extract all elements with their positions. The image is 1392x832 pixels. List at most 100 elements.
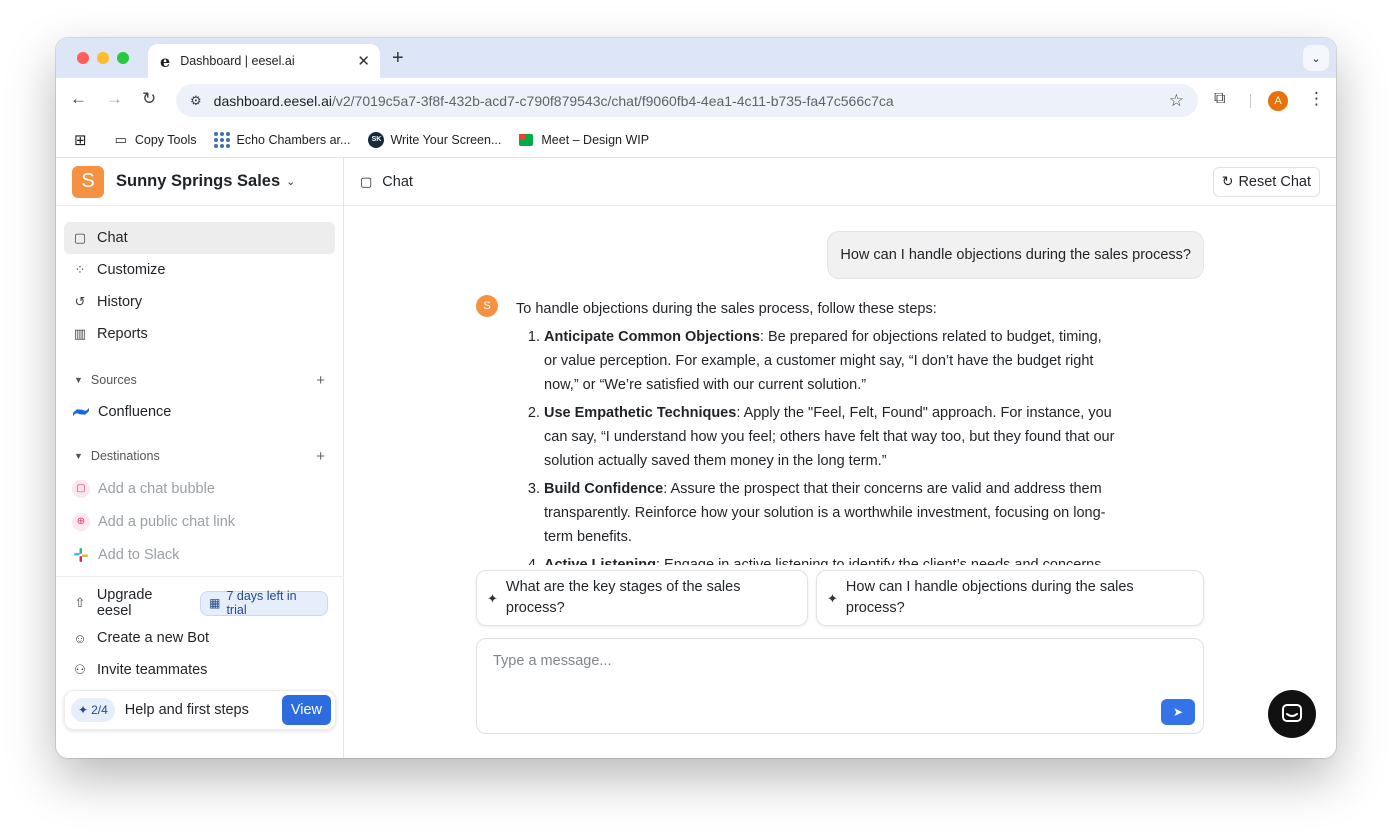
send-arrow-icon: ➤ (1172, 705, 1184, 719)
reload-icon[interactable]: ↻ (142, 89, 156, 109)
history-icon: ↺ (74, 294, 86, 309)
bookmark-echo-chambers[interactable]: Echo Chambers ar... (214, 131, 350, 148)
sparkle-icon: ✦ (78, 703, 89, 717)
folder-icon: ▭ (114, 131, 127, 147)
globe-icon: ⊕ (72, 512, 90, 531)
sparkle-icon: ✦ (827, 590, 838, 606)
toolbar-divider (1250, 94, 1251, 108)
tab-search-chevron-icon[interactable]: ⌄ (1303, 45, 1329, 71)
calendar-icon: ▦ (209, 596, 221, 610)
suggestion-chip[interactable]: ✦ What are the key stages of the sales p… (476, 570, 808, 626)
bot-avatar: S (476, 295, 498, 317)
chat-bubble-icon: ▢ (72, 479, 90, 498)
sidebar-item-chat[interactable]: ▢ Chat (64, 222, 335, 254)
bookmark-star-icon[interactable]: ☆ (1169, 91, 1184, 111)
chevron-down-icon: ▼ (74, 375, 83, 385)
suggested-questions: ✦ What are the key stages of the sales p… (476, 570, 1204, 626)
primary-nav: ▢ Chat ⁘ Customize ↺ History ▥ Reports (56, 206, 343, 350)
destinations-section-header[interactable]: ▼ Destinations + (56, 446, 343, 466)
app-root: S Sunny Springs Sales ⌄ ▢ Chat ⁘ Customi… (56, 158, 1336, 758)
chat-main: ▢ Chat ↻ Reset Chat How can I handle obj… (344, 158, 1336, 758)
confluence-icon (73, 408, 89, 416)
chat-header: ▢ Chat ↻ Reset Chat (344, 158, 1336, 206)
sidebar: S Sunny Springs Sales ⌄ ▢ Chat ⁘ Customi… (56, 158, 344, 758)
chat-transcript[interactable]: How can I handle objections during the s… (344, 207, 1336, 565)
window-controls (77, 52, 129, 64)
trial-badge[interactable]: ▦ 7 days left in trial (200, 589, 329, 617)
url-text[interactable]: dashboard.eesel.ai/v2/7019c5a7-3f8f-432b… (214, 93, 1169, 109)
apps-grid-icon[interactable]: ⊞ (74, 131, 87, 149)
workspace-name: Sunny Springs Sales (116, 172, 281, 190)
browser-toolbar: ← → ↻ ⚙ dashboard.eesel.ai/v2/7019c5a7-3… (56, 78, 1336, 122)
destination-add-public-link[interactable]: ⊕ Add a public chat link (56, 505, 343, 538)
site-settings-icon[interactable]: ⚙ (190, 93, 202, 109)
upgrade-eesel-item[interactable]: ⇧ Upgrade eesel ▦ 7 days left in trial (64, 587, 336, 619)
message-input[interactable] (493, 653, 1133, 669)
google-meet-icon (519, 133, 534, 146)
send-button[interactable]: ➤ (1161, 699, 1195, 725)
workspace-logo: S (72, 165, 104, 198)
add-user-icon: ⚇ (74, 662, 86, 677)
reset-icon: ↻ (1221, 173, 1234, 189)
list-item: Anticipate Common Objections: Be prepare… (544, 325, 1116, 397)
forward-arrow-icon[interactable]: → (106, 89, 123, 109)
intercom-launcher[interactable] (1268, 690, 1316, 738)
browser-menu-icon[interactable]: ⋮ (1308, 89, 1325, 109)
profile-avatar[interactable]: A (1268, 91, 1288, 111)
help-label: Help and first steps (124, 702, 249, 718)
minimize-window-button[interactable] (97, 52, 109, 64)
workspace-switcher[interactable]: S Sunny Springs Sales ⌄ (56, 158, 343, 206)
steps-list: Anticipate Common Objections: Be prepare… (516, 325, 1116, 565)
add-source-plus-icon[interactable]: + (316, 372, 325, 389)
bookmark-write-screen[interactable]: SK Write Your Screen... (368, 131, 501, 148)
destination-add-chat-bubble[interactable]: ▢ Add a chat bubble (56, 472, 343, 505)
message-composer: ➤ (476, 638, 1204, 734)
sidebar-item-history[interactable]: ↺ History (64, 286, 335, 318)
source-item-confluence[interactable]: Confluence (56, 396, 343, 428)
bookmark-meet-design[interactable]: Meet – Design WIP (519, 133, 649, 147)
reset-chat-button[interactable]: ↻ Reset Chat (1212, 166, 1320, 197)
browser-tab[interactable]: e Dashboard | eesel.ai ✕ (148, 44, 380, 78)
help-first-steps-card[interactable]: ✦ 2/4 Help and first steps View (64, 690, 336, 730)
reports-icon: ▥ (73, 326, 87, 341)
bookmarks-bar: ⊞ ▭ Copy Tools Echo Chambers ar... SK Wr… (56, 122, 1336, 158)
address-bar[interactable]: ⚙ dashboard.eesel.ai/v2/7019c5a7-3f8f-43… (176, 84, 1198, 117)
suggestion-chip[interactable]: ✦ How can I handle objections during the… (816, 570, 1204, 626)
chevron-down-icon: ▼ (74, 451, 83, 461)
list-item: Active Listening: Engage in active liste… (544, 553, 1116, 565)
new-tab-icon[interactable]: + (392, 47, 404, 70)
close-window-button[interactable] (77, 52, 89, 64)
eesel-favicon-icon: e (160, 51, 171, 71)
chat-bubble-icon: ▢ (73, 230, 87, 245)
bot-message: To handle objections during the sales pr… (516, 297, 1116, 565)
page-title: Chat (382, 173, 413, 190)
tab-title: Dashboard | eesel.ai (180, 54, 295, 68)
invite-teammates-item[interactable]: ⚇ Invite teammates (64, 654, 336, 686)
sk-logo-icon: SK (368, 131, 385, 148)
sidebar-footer: ⇧ Upgrade eesel ▦ 7 days left in trial ☺… (56, 576, 344, 730)
help-progress-badge: ✦ 2/4 (71, 698, 115, 722)
upgrade-arrow-icon: ⇧ (74, 595, 86, 610)
bookmark-copy-tools[interactable]: ▭ Copy Tools (115, 132, 197, 148)
extensions-icon[interactable]: ⧉ (1214, 90, 1225, 108)
bot-intro: To handle objections during the sales pr… (516, 301, 937, 317)
sidebar-item-reports[interactable]: ▥ Reports (64, 318, 335, 350)
sparkle-icon: ✦ (487, 590, 498, 606)
back-arrow-icon[interactable]: ← (70, 89, 87, 109)
sources-section-header[interactable]: ▼ Sources + (56, 370, 343, 390)
intercom-chat-icon (1282, 704, 1302, 722)
customize-icon: ⁘ (74, 262, 86, 277)
add-destination-plus-icon[interactable]: + (316, 448, 325, 465)
create-bot-item[interactable]: ☺ Create a new Bot (64, 622, 336, 654)
close-tab-icon[interactable]: ✕ (357, 52, 370, 70)
sidebar-item-customize[interactable]: ⁘ Customize (64, 254, 335, 286)
list-item: Build Confidence: Assure the prospect th… (544, 477, 1116, 549)
browser-window: e Dashboard | eesel.ai ✕ + ⌄ ← → ↻ ⚙ das… (56, 38, 1336, 758)
view-button[interactable]: View (281, 695, 331, 725)
tab-bar: e Dashboard | eesel.ai ✕ + ⌄ (56, 38, 1336, 78)
maximize-window-button[interactable] (117, 52, 129, 64)
destination-add-slack[interactable]: Add to Slack (56, 538, 343, 571)
user-message-bubble: How can I handle objections during the s… (827, 231, 1204, 279)
chevron-down-icon: ⌄ (286, 176, 296, 188)
chat-bubble-icon: ▢ (360, 173, 373, 189)
